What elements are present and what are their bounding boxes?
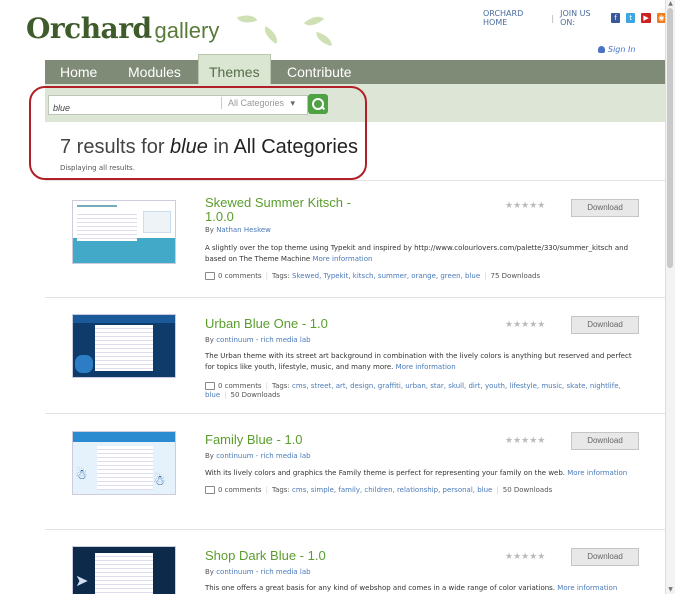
- divider: [45, 529, 665, 530]
- by-label: By: [205, 568, 214, 576]
- comment-icon: [205, 486, 215, 494]
- tab-themes[interactable]: Themes: [198, 54, 271, 85]
- leaf-decoration-icon: [236, 11, 258, 27]
- author-link[interactable]: continuum - rich media lab: [216, 568, 310, 576]
- scroll-down-icon[interactable]: ▼: [667, 587, 674, 593]
- theme-title[interactable]: Family Blue - 1.0: [205, 433, 303, 447]
- tags-label: Tags:: [271, 486, 290, 494]
- more-information-link[interactable]: More information: [567, 469, 627, 477]
- download-button[interactable]: Download: [571, 199, 639, 217]
- scrollbar-thumb[interactable]: [667, 8, 673, 268]
- desc-text: A slightly over the top theme using Type…: [205, 244, 629, 263]
- separator: |: [551, 13, 555, 23]
- rating-stars[interactable]: ★★★★★: [505, 436, 545, 446]
- tags-links[interactable]: cms, simple, family, children, relations…: [292, 486, 492, 494]
- user-icon: [598, 46, 605, 53]
- theme-title[interactable]: Skewed Summer Kitsch - 1.0.0: [205, 196, 365, 224]
- by-label: By: [205, 336, 214, 344]
- theme-author: By Nathan Heskew: [205, 226, 271, 234]
- download-button[interactable]: Download: [571, 432, 639, 450]
- comment-icon: [205, 272, 215, 280]
- author-link[interactable]: Nathan Heskew: [216, 226, 271, 234]
- theme-thumbnail[interactable]: [72, 200, 176, 264]
- download-button[interactable]: Download: [571, 316, 639, 334]
- join-us-label: JOIN US ON:: [560, 9, 591, 27]
- highlight-annotation: [29, 86, 367, 180]
- comments-count[interactable]: 0 comments: [218, 382, 262, 390]
- leaf-decoration-icon: [303, 11, 325, 31]
- logo-main-text: Orchard: [26, 12, 152, 45]
- theme-meta: 0 comments | Tags: Skewed, Typekit, kitsch…: [205, 272, 637, 281]
- theme-description: With its lively colors and graphics the …: [205, 468, 637, 479]
- rating-stars[interactable]: ★★★★★: [505, 552, 545, 562]
- comment-icon: [205, 382, 215, 390]
- desc-text: With its lively colors and graphics the …: [205, 469, 566, 477]
- orchard-home-link[interactable]: ORCHARD HOME: [483, 9, 545, 27]
- scroll-up-icon[interactable]: ▲: [667, 1, 674, 7]
- theme-thumbnail[interactable]: ➤: [72, 546, 176, 594]
- facebook-icon[interactable]: f: [610, 13, 621, 23]
- vertical-scrollbar[interactable]: ▲ ▼: [665, 0, 675, 594]
- more-information-link[interactable]: More information: [557, 584, 617, 592]
- author-link[interactable]: continuum - rich media lab: [216, 452, 310, 460]
- sign-in-label: Sign In: [608, 45, 636, 54]
- tab-home[interactable]: Home: [60, 60, 97, 84]
- rating-stars[interactable]: ★★★★★: [505, 320, 545, 330]
- theme-title[interactable]: Shop Dark Blue - 1.0: [205, 549, 326, 563]
- desc-text: This one offers a great basis for any ki…: [205, 584, 556, 592]
- downloads-count: 50 Downloads: [230, 391, 281, 399]
- theme-thumbnail[interactable]: ☃ ☃: [72, 431, 176, 495]
- theme-description: A slightly over the top theme using Type…: [205, 243, 637, 265]
- separator: |: [265, 486, 268, 494]
- more-information-link[interactable]: More information: [312, 255, 372, 263]
- theme-author: By continuum - rich media lab: [205, 336, 311, 344]
- by-label: By: [205, 452, 214, 460]
- twitter-icon[interactable]: t: [626, 13, 636, 23]
- tab-modules[interactable]: Modules: [128, 60, 181, 84]
- by-label: By: [205, 226, 214, 234]
- orchard-gallery-logo[interactable]: Orchard gallery: [26, 12, 219, 45]
- theme-description: The Urban theme with its street art back…: [205, 351, 637, 373]
- tags-label: Tags:: [271, 382, 290, 390]
- theme-author: By continuum - rich media lab: [205, 568, 311, 576]
- theme-description: This one offers a great basis for any ki…: [205, 583, 637, 594]
- divider: [45, 413, 665, 414]
- rating-stars[interactable]: ★★★★★: [505, 201, 545, 211]
- comments-count[interactable]: 0 comments: [218, 272, 262, 280]
- more-information-link[interactable]: More information: [396, 363, 456, 371]
- tags-links[interactable]: Skewed, Typekit, kitsch, summer, orange,…: [292, 272, 480, 280]
- separator: |: [224, 391, 227, 399]
- top-links: ORCHARD HOME | JOIN US ON: f t ▶ ◉: [483, 9, 666, 27]
- youtube-icon[interactable]: ▶: [641, 13, 651, 23]
- page: Orchard gallery ORCHARD HOME | JOIN US ON…: [0, 0, 666, 594]
- author-link[interactable]: continuum - rich media lab: [216, 336, 310, 344]
- tags-label: Tags:: [271, 272, 290, 280]
- theme-title[interactable]: Urban Blue One - 1.0: [205, 317, 328, 331]
- tab-contribute[interactable]: Contribute: [287, 60, 352, 84]
- theme-meta: 0 comments | Tags: cms, simple, family, ch…: [205, 486, 637, 495]
- separator: |: [484, 272, 487, 280]
- downloads-count: 50 Downloads: [502, 486, 553, 494]
- leaf-decoration-icon: [314, 31, 334, 47]
- logo-sub-text: gallery: [154, 18, 220, 43]
- separator: |: [496, 486, 499, 494]
- download-button[interactable]: Download: [571, 548, 639, 566]
- comments-count[interactable]: 0 comments: [218, 486, 262, 494]
- theme-thumbnail[interactable]: [72, 314, 176, 378]
- separator: |: [265, 382, 268, 390]
- separator: |: [265, 272, 268, 280]
- divider: [45, 297, 665, 298]
- theme-author: By continuum - rich media lab: [205, 452, 311, 460]
- downloads-count: 75 Downloads: [490, 272, 541, 280]
- leaf-decoration-icon: [260, 26, 282, 44]
- divider: [45, 180, 665, 181]
- sign-in-link[interactable]: Sign In: [598, 45, 635, 54]
- theme-meta: 0 comments | Tags: cms, street, art, desig…: [205, 382, 637, 400]
